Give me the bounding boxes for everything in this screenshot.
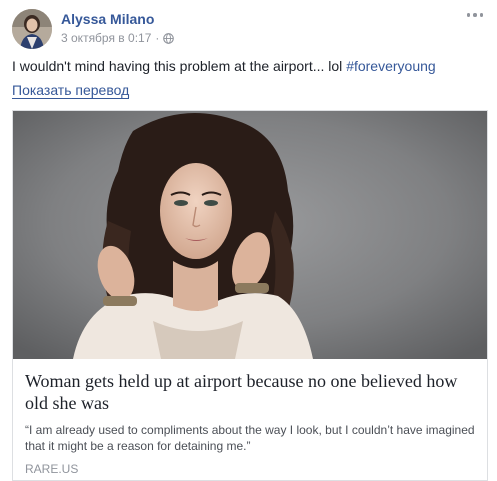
hashtag-link[interactable]: #foreveryoung: [346, 58, 436, 74]
globe-icon[interactable]: [163, 32, 175, 44]
facebook-post: Alyssa Milano 3 октября в 0:17 · I would…: [0, 0, 497, 481]
more-dot: [466, 13, 471, 17]
link-source-domain: RARE.US: [25, 462, 79, 476]
author-name[interactable]: Alyssa Milano: [61, 11, 154, 27]
post-meta: 3 октября в 0:17 ·: [61, 31, 175, 45]
link-preview-card[interactable]: Woman gets held up at airport because no…: [12, 110, 488, 481]
more-dot: [473, 13, 477, 17]
post-timestamp[interactable]: 3 октября в 0:17: [61, 31, 151, 45]
more-options-icon[interactable]: [465, 8, 485, 22]
more-dot: [479, 13, 484, 17]
link-preview-body: Woman gets held up at airport because no…: [13, 359, 487, 476]
link-title[interactable]: Woman gets held up at airport because no…: [25, 370, 477, 414]
author-avatar[interactable]: [12, 9, 52, 49]
post-text: I wouldn't mind having this problem at t…: [12, 58, 436, 74]
post-text-body: I wouldn't mind having this problem at t…: [12, 58, 347, 74]
link-description: “I am already used to compliments about …: [25, 423, 475, 453]
show-translation-link[interactable]: Показать перевод: [12, 83, 130, 99]
meta-separator: ·: [155, 31, 160, 45]
link-preview-image[interactable]: [13, 111, 487, 359]
